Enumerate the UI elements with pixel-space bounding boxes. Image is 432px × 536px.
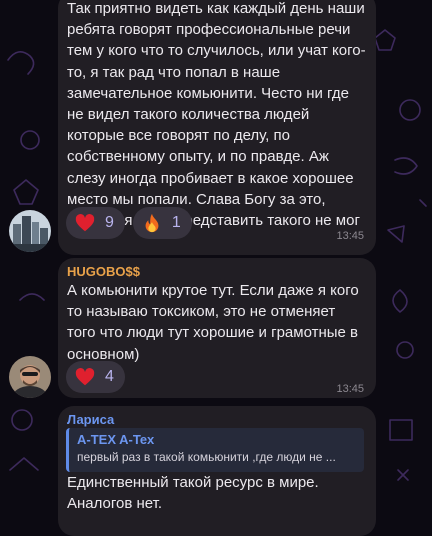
quote-text: первый раз в такой комьюнити ,где люди н…: [77, 450, 336, 464]
reaction-heart[interactable]: 4: [66, 361, 125, 393]
reply-quote[interactable]: A-TEX A-Tex первый раз в такой комьюнити…: [66, 428, 364, 472]
message-time: 13:45: [336, 383, 364, 395]
message-bubble[interactable]: Так приятно видеть как каждый день наши …: [58, 0, 376, 255]
message-text: А комьюнити крутое тут. Если даже я кого…: [67, 282, 359, 363]
city-skyline-avatar[interactable]: [9, 210, 51, 252]
fire-icon: [145, 213, 159, 233]
message-text: Так приятно видеть как каждый день наши …: [67, 0, 366, 230]
message-time: 13:45: [336, 230, 364, 242]
heart-icon: [75, 368, 95, 386]
reaction-heart[interactable]: 9: [66, 207, 125, 239]
message-bubble[interactable]: Лариса A-TEX A-Tex первый раз в такой ко…: [58, 406, 376, 536]
reaction-count: 9: [105, 214, 114, 231]
message-bubble[interactable]: HUGOBO$$ А комьюнити крутое тут. Если да…: [58, 258, 376, 398]
quote-author: A-TEX A-Tex: [77, 432, 155, 447]
message-text: Единственный такой ресурс в мире. Аналог…: [67, 474, 319, 513]
reaction-count: 4: [105, 368, 114, 385]
heart-icon: [75, 214, 95, 232]
reaction-count: 1: [171, 214, 181, 231]
man-portrait-avatar[interactable]: [9, 356, 51, 398]
sender-name[interactable]: HUGOBO$$: [67, 264, 140, 279]
reaction-fire[interactable]: 1: [132, 207, 192, 239]
sender-name[interactable]: Лариса: [67, 412, 114, 427]
